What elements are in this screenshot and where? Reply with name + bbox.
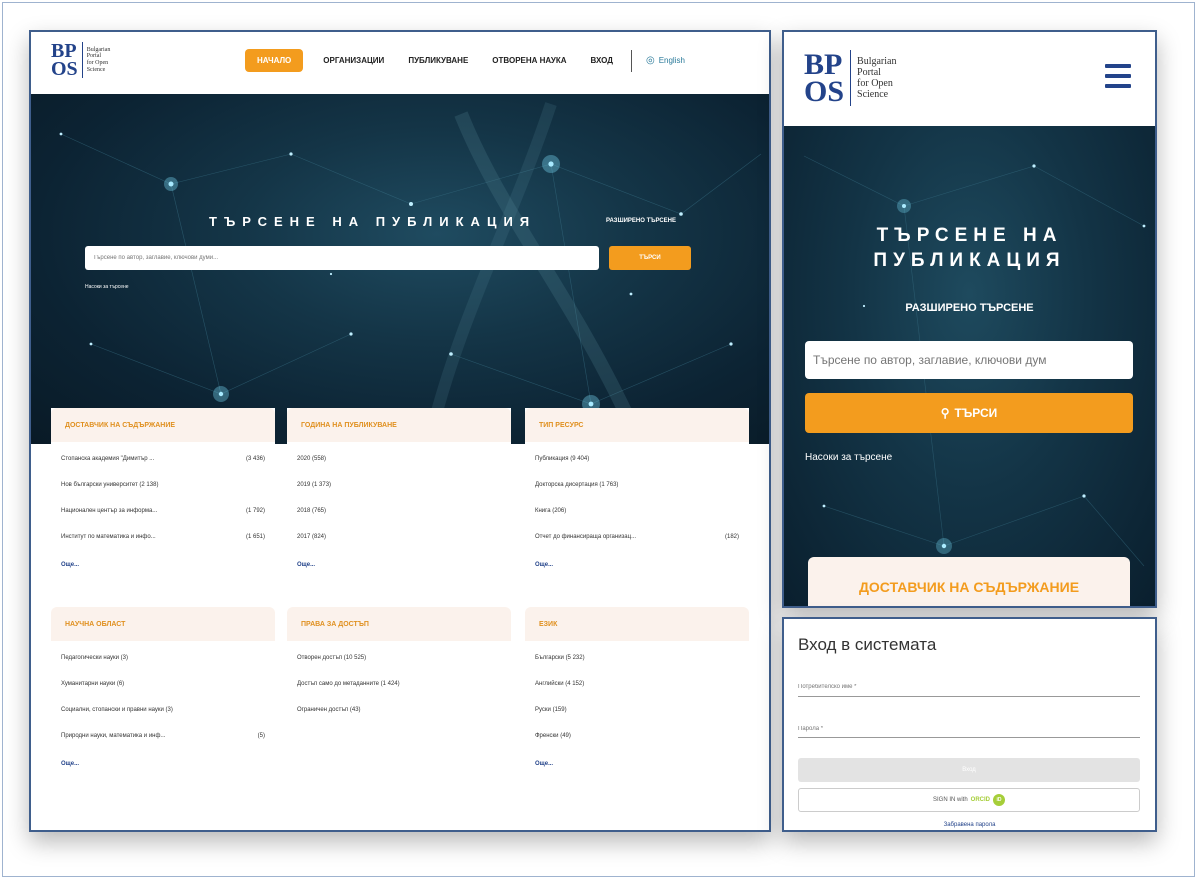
facet-more-link[interactable]: Още...	[297, 562, 511, 568]
password-field[interactable]	[798, 720, 1140, 738]
facet-item[interactable]: 2017 (824)	[297, 534, 511, 560]
facet-item[interactable]: Докторска дисертация (1 763)	[535, 482, 749, 508]
language-switch[interactable]: ◎ English	[646, 55, 685, 66]
logo-monogram: BP OS	[51, 40, 78, 80]
language-label: English	[658, 56, 685, 65]
nav-publishing[interactable]: ПУБЛИКУВАНЕ	[408, 56, 468, 65]
mobile-search-button[interactable]: ⚲ ТЪРСИ	[805, 393, 1133, 433]
nav-organizations[interactable]: ОРГАНИЗАЦИИ	[323, 56, 384, 65]
search-input[interactable]	[85, 246, 599, 270]
facet-item[interactable]: Руски (159)	[535, 707, 749, 733]
desktop-view: BP OS Bulgarian Portal for Open Science …	[29, 30, 771, 832]
main-nav: НАЧАЛО ОРГАНИЗАЦИИ ПУБЛИКУВАНЕ ОТВОРЕНА …	[245, 49, 685, 72]
facet-item[interactable]: Български (5 232)	[535, 655, 749, 681]
mobile-header: BP OS Bulgarian Portal for Open Science	[784, 32, 1155, 126]
facet-more-link[interactable]: Още...	[61, 562, 275, 568]
facet-publication-year: ГОДИНА НА ПУБЛИКУВАНЕ 2020 (558) 2019 (1…	[287, 408, 511, 568]
facet-item[interactable]: Институт по математика и инфо... (1 651)	[61, 534, 275, 560]
logo-wordmark: Bulgarian Portal for Open Science	[857, 56, 897, 100]
orcid-icon: iD	[993, 794, 1006, 806]
search-button-label: ТЪРСИ	[639, 255, 661, 261]
facet-item[interactable]: Социални, стопански и правни науки (3)	[61, 707, 275, 733]
logo-wordmark: Bulgarian Portal for Open Science	[86, 46, 111, 73]
desktop-header: BP OS Bulgarian Portal for Open Science …	[31, 32, 769, 94]
facet-item[interactable]: Стопанска академия "Димитър ... (3 436)	[61, 456, 275, 482]
search-title: ТЪРСЕНЕ НА ПУБЛИКАЦИЯ	[209, 214, 537, 229]
mobile-view: BP OS Bulgarian Portal for Open Science	[782, 30, 1157, 608]
facet-scientific-field: НАУЧНА ОБЛАСТ Педагогически науки (3) Ху…	[51, 607, 275, 767]
hamburger-menu-icon[interactable]	[1105, 64, 1131, 94]
nav-open-science[interactable]: ОТВОРЕНА НАУКА	[492, 56, 566, 65]
nav-home[interactable]: НАЧАЛО	[245, 49, 304, 72]
facet-language: ЕЗИК Български (5 232) Английски (4 152)…	[525, 607, 749, 767]
facet-item[interactable]: Достъп само до метаданните (1 424)	[297, 681, 511, 707]
facet-item[interactable]: Книга (206)	[535, 508, 749, 534]
mobile-search-button-label: ТЪРСИ	[954, 406, 998, 420]
search-icon: ⚲	[940, 406, 950, 420]
login-panel: Вход в системата Вход SIGN IN with ORCID…	[782, 617, 1157, 832]
facet-resource-type: ТИП РЕСУРС Публикация (9 404) Докторска …	[525, 408, 749, 568]
mobile-search-tips-link[interactable]: Насоки за търсене	[805, 452, 892, 463]
facet-title: ЕЗИК	[525, 607, 749, 641]
facet-item[interactable]: Национален център за информа... (1 792)	[61, 508, 275, 534]
facet-more-link[interactable]: Още...	[535, 761, 749, 767]
mobile-search-title: ТЪРСЕНЕ НА ПУБЛИКАЦИЯ	[873, 225, 1066, 271]
logo-monogram: BP OS	[804, 48, 845, 108]
facet-title: ПРАВА ЗА ДОСТЪП	[287, 607, 511, 641]
search-button[interactable]: ТЪРСИ	[609, 246, 691, 270]
facet-more-link[interactable]: Още...	[61, 761, 275, 767]
facet-more-link[interactable]: Още...	[535, 562, 749, 568]
nav-divider	[630, 49, 632, 72]
forgot-password-link[interactable]: Забравена парола	[798, 822, 1141, 828]
facet-item[interactable]: 2020 (558)	[297, 456, 511, 482]
facet-item[interactable]: Нов български университет (2 138)	[61, 482, 275, 508]
username-field[interactable]	[798, 678, 1140, 697]
facet-item[interactable]: Френски (49)	[535, 733, 749, 759]
facet-title: ГОДИНА НА ПУБЛИКУВАНЕ	[287, 408, 511, 442]
globe-icon: ◎	[645, 55, 655, 66]
orcid-signin-button[interactable]: SIGN IN with ORCID iD	[798, 788, 1140, 812]
search-hero: ТЪРСЕНЕ НА ПУБЛИКАЦИЯ РАЗШИРЕНО ТЪРСЕНЕ …	[31, 94, 769, 444]
facet-title: ДОСТАВЧИК НА СЪДЪРЖАНИЕ	[51, 408, 275, 442]
mobile-advanced-search-link[interactable]: РАЗШИРЕНО ТЪРСЕНЕ	[784, 302, 1155, 314]
logo-separator	[850, 50, 852, 106]
facet-item[interactable]: Отчет до финансираща организац... (182)	[535, 534, 749, 560]
login-button[interactable]: Вход	[798, 758, 1140, 782]
mobile-search-input[interactable]	[805, 341, 1133, 379]
facet-content-provider: ДОСТАВЧИК НА СЪДЪРЖАНИЕ Стопанска академ…	[51, 408, 275, 568]
login-title: Вход в системата	[798, 635, 937, 654]
facet-item[interactable]: Английски (4 152)	[535, 681, 749, 707]
orcid-prefix: SIGN IN with	[932, 797, 968, 803]
facet-item[interactable]: Ограничен достъп (43)	[297, 707, 511, 733]
mobile-search-hero: ТЪРСЕНЕ НА ПУБЛИКАЦИЯ РАЗШИРЕНО ТЪРСЕНЕ …	[784, 126, 1155, 606]
orcid-wordmark: ORCID	[970, 797, 991, 803]
bpos-logo[interactable]: BP OS Bulgarian Portal for Open Science	[51, 40, 111, 80]
bpos-logo[interactable]: BP OS Bulgarian Portal for Open Science	[804, 48, 897, 108]
facet-item[interactable]: 2018 (765)	[297, 508, 511, 534]
facet-title: ТИП РЕСУРС	[525, 408, 749, 442]
facet-item[interactable]: Природни науки, математика и инф... (5)	[61, 733, 275, 759]
facet-title: НАУЧНА ОБЛАСТ	[51, 607, 275, 641]
facet-item[interactable]: Хуманитарни науки (6)	[61, 681, 275, 707]
mobile-provider-facet-heading[interactable]: ДОСТАВЧИК НА СЪДЪРЖАНИЕ	[808, 557, 1130, 606]
advanced-search-link[interactable]: РАЗШИРЕНО ТЪРСЕНЕ	[606, 218, 676, 224]
search-tips-link[interactable]: Насоки за търсене	[85, 284, 129, 290]
logo-separator	[81, 42, 83, 78]
facet-item[interactable]: Отворен достъп (10 525)	[297, 655, 511, 681]
facet-item[interactable]: 2019 (1 373)	[297, 482, 511, 508]
facet-item[interactable]: Публикация (9 404)	[535, 456, 749, 482]
facet-access-rights: ПРАВА ЗА ДОСТЪП Отворен достъп (10 525) …	[287, 607, 511, 733]
nav-login[interactable]: ВХОД	[591, 56, 613, 65]
facet-item[interactable]: Педагогически науки (3)	[61, 655, 275, 681]
